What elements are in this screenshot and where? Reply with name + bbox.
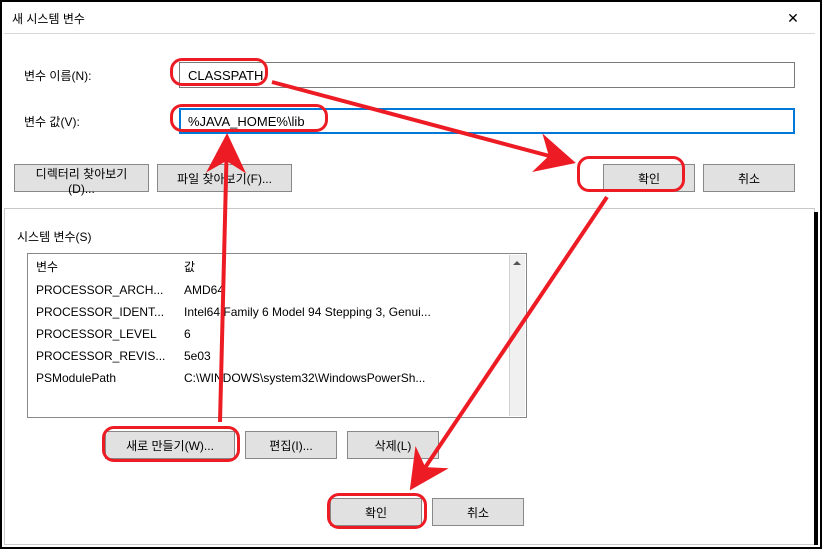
list-item[interactable]: PROCESSOR_LEVEL 6 [28,323,526,345]
dialog-title: 새 시스템 변수 [4,10,771,27]
new-system-variable-dialog: 새 시스템 변수 ✕ 변수 이름(N): 변수 값(V): 디렉터리 찾아보기(… [4,4,815,209]
ok-button[interactable]: 확인 [603,164,695,192]
close-icon[interactable]: ✕ [771,4,815,34]
list-header: 변수 값 [28,254,526,279]
variable-name-input[interactable] [179,62,795,88]
variable-value-label: 변수 값(V): [24,113,179,130]
system-variables-label: 시스템 변수(S) [17,228,92,245]
variable-value-input[interactable] [179,108,795,134]
list-item[interactable]: PROCESSOR_REVIS... 5e03 [28,345,526,367]
list-item[interactable]: PROCESSOR_IDENT... Intel64 Family 6 Mode… [28,301,526,323]
ok-button-env[interactable]: 확인 [330,498,422,526]
system-variables-list[interactable]: 변수 값 PROCESSOR_ARCH... AMD64 PROCESSOR_I… [27,253,527,418]
titlebar: 새 시스템 변수 ✕ [4,4,815,34]
new-button[interactable]: 새로 만들기(W)... [105,431,235,459]
environment-variables-dialog: 시스템 변수(S) 변수 값 PROCESSOR_ARCH... AMD64 P… [4,202,815,545]
browse-file-button[interactable]: 파일 찾아보기(F)... [157,164,292,192]
edge-strip [814,212,818,545]
cancel-button[interactable]: 취소 [703,164,795,192]
browse-directory-button[interactable]: 디렉터리 찾아보기(D)... [14,164,149,192]
delete-button[interactable]: 삭제(L) [347,431,439,459]
col-value: 값 [184,258,518,275]
cancel-button-env[interactable]: 취소 [432,498,524,526]
list-item[interactable]: PROCESSOR_ARCH... AMD64 [28,279,526,301]
scrollbar[interactable] [509,255,525,416]
list-item[interactable]: PSModulePath C:\WINDOWS\system32\Windows… [28,367,526,389]
col-variable: 변수 [36,258,184,275]
edit-button[interactable]: 편집(I)... [245,431,337,459]
variable-name-label: 변수 이름(N): [24,67,179,84]
